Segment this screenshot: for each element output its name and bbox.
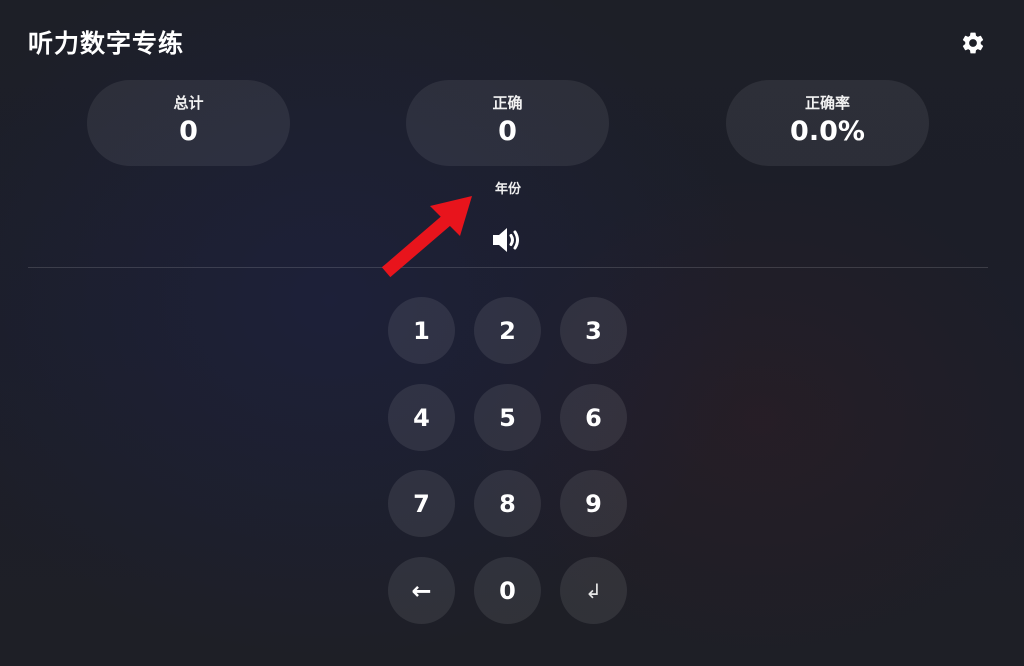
stat-accuracy-value: 0.0% xyxy=(790,116,865,147)
app-title: 听力数字专练 xyxy=(28,29,185,58)
play-audio-button[interactable] xyxy=(490,224,526,256)
annotation-arrow xyxy=(381,196,472,278)
stat-correct-value: 0 xyxy=(498,116,517,147)
key-1[interactable]: 1 xyxy=(388,297,455,364)
stat-accuracy: 正确率 0.0% xyxy=(726,80,929,166)
divider xyxy=(28,267,988,268)
stat-total-value: 0 xyxy=(179,116,198,147)
key-5[interactable]: 5 xyxy=(474,384,541,451)
stat-correct-label: 正确 xyxy=(492,94,523,112)
gear-icon xyxy=(962,32,984,54)
settings-button[interactable] xyxy=(957,27,989,59)
key-2[interactable]: 2 xyxy=(474,297,541,364)
key-9[interactable]: 9 xyxy=(560,470,627,537)
backspace-key[interactable]: ← xyxy=(388,557,455,624)
stat-accuracy-label: 正确率 xyxy=(804,94,850,112)
speaker-icon xyxy=(493,228,519,252)
key-7[interactable]: 7 xyxy=(388,470,455,537)
stat-total: 总计 0 xyxy=(87,80,290,166)
key-0[interactable]: 0 xyxy=(474,557,541,624)
key-3[interactable]: 3 xyxy=(560,297,627,364)
stat-correct: 正确 0 xyxy=(406,80,609,166)
key-8[interactable]: 8 xyxy=(474,470,541,537)
key-4[interactable]: 4 xyxy=(388,384,455,451)
key-6[interactable]: 6 xyxy=(560,384,627,451)
enter-key[interactable]: ↲ xyxy=(560,557,627,624)
stat-total-label: 总计 xyxy=(173,94,204,112)
